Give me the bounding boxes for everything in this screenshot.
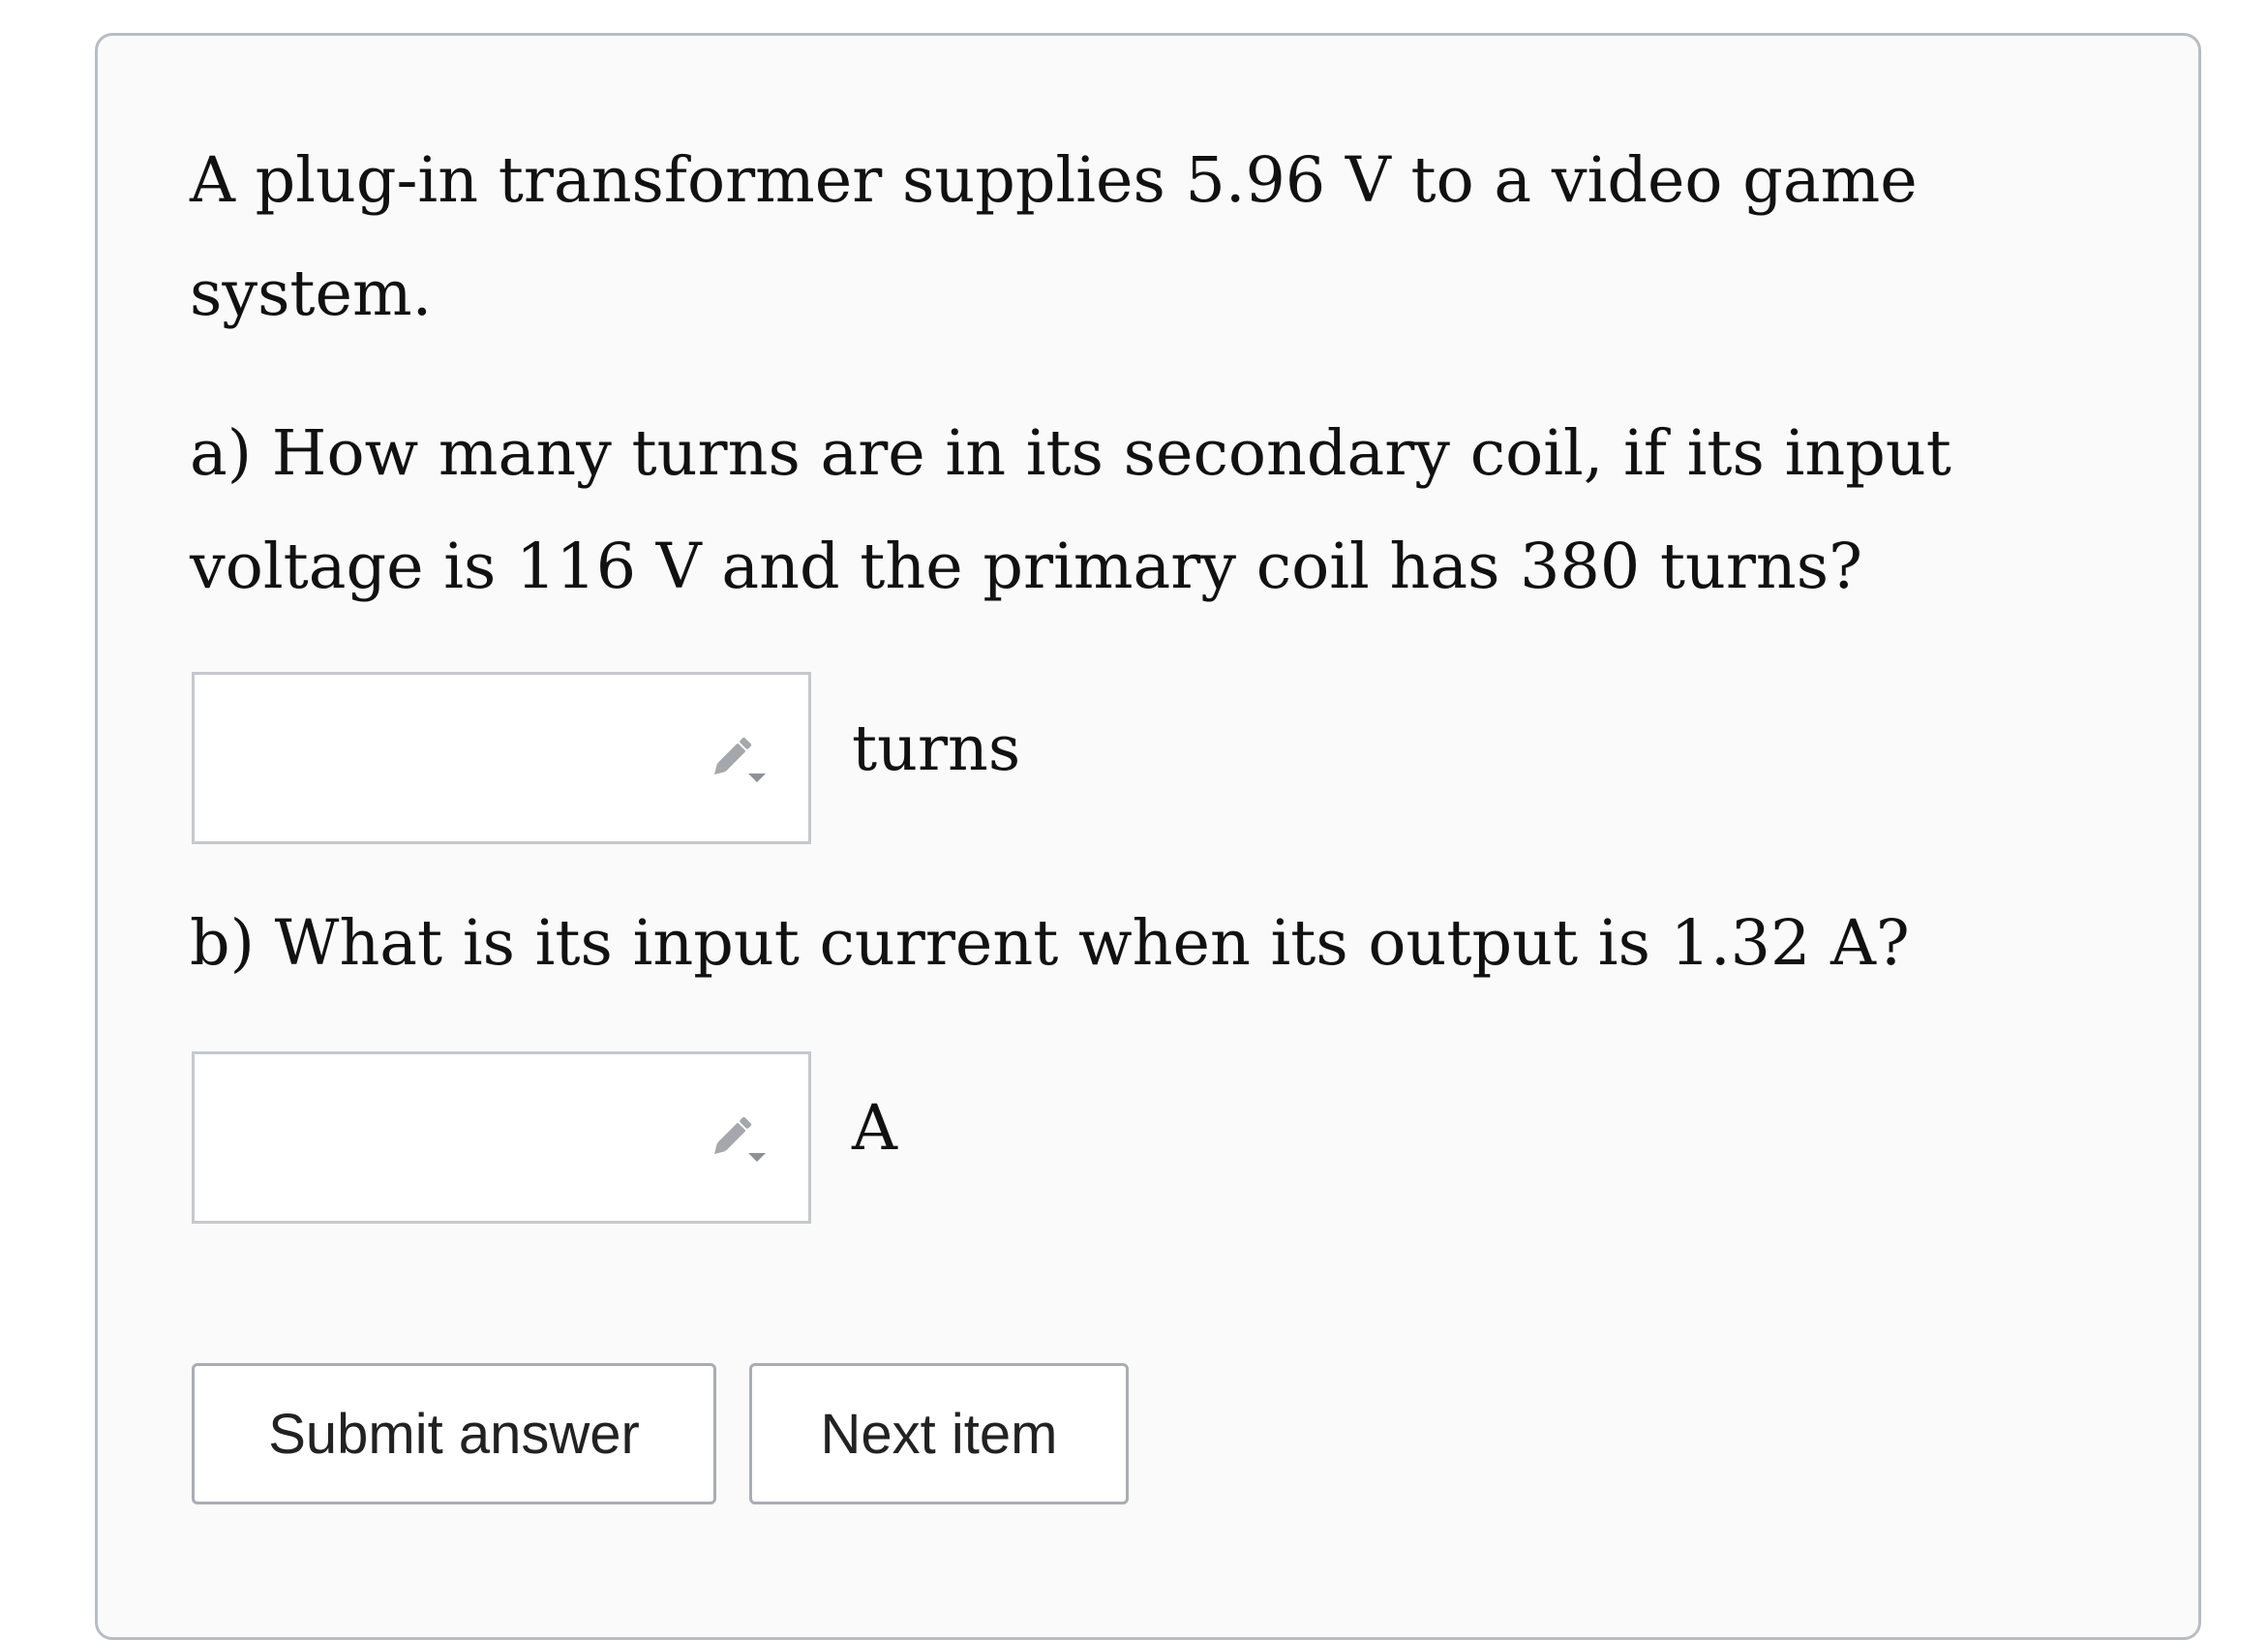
answer-input-current[interactable]: [192, 1051, 811, 1224]
submit-answer-button[interactable]: Submit answer: [192, 1363, 716, 1504]
next-item-button[interactable]: Next item: [749, 1363, 1129, 1504]
pencil-dropdown-icon[interactable]: [708, 729, 770, 791]
part-b-line: b) What is its input current when its ou…: [190, 907, 1910, 980]
answer-input-turns[interactable]: [192, 672, 811, 844]
question-part-b: b) What is its input current when its ou…: [190, 887, 1910, 1000]
question-part-a: a) How many turns are in its secondary c…: [190, 397, 1951, 623]
pencil-dropdown-icon[interactable]: [708, 1109, 770, 1170]
unit-label-current: A: [852, 1092, 897, 1165]
unit-label-turns: turns: [852, 713, 1021, 785]
question-intro-line: system.: [190, 258, 433, 330]
question-intro-line: A plug-in transformer supplies 5.96 V to…: [190, 144, 1918, 217]
part-a-line: voltage is 116 V and the primary coil ha…: [190, 531, 1862, 603]
part-a-line: a) How many turns are in its secondary c…: [190, 417, 1951, 490]
question-intro: A plug-in transformer supplies 5.96 V to…: [190, 124, 1918, 350]
